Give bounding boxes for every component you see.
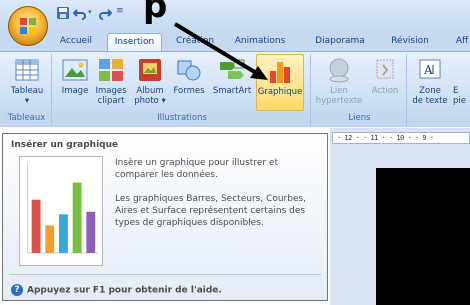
- group-label-liens: Liens: [313, 113, 406, 125]
- customize-qat-icon[interactable]: ≡: [116, 6, 130, 20]
- tab-accueil[interactable]: Accueil: [56, 33, 96, 52]
- image-button[interactable]: Image: [60, 57, 90, 96]
- chevron-down-icon: ▾: [161, 96, 166, 106]
- tooltip-description-1: Insère un graphique pour illustrer et co…: [115, 158, 278, 180]
- album-label-1: Album: [136, 86, 164, 96]
- action-button[interactable]: Action: [365, 57, 405, 96]
- group-label-tableaux: Tableaux: [2, 113, 51, 125]
- office-logo-icon: [20, 18, 36, 34]
- e-label-1: E: [453, 86, 459, 96]
- undo-icon[interactable]: [73, 6, 87, 20]
- office-button[interactable]: [8, 6, 48, 46]
- slide-page[interactable]: [376, 168, 470, 305]
- ruler: · 12 · · 11 · · 10 · · 9 ·: [332, 132, 470, 144]
- tab-affichage[interactable]: Aff: [450, 33, 470, 52]
- photo-album-icon: [139, 59, 161, 81]
- text-box-icon: A: [419, 59, 441, 79]
- tab-animations[interactable]: Animations: [230, 33, 290, 52]
- preview-bar: [59, 214, 68, 253]
- action-icon: [376, 59, 394, 79]
- group-texte: A Zone de texte E pie: [409, 54, 470, 126]
- smartart-label: SmartArt: [212, 86, 252, 96]
- tab-insertion[interactable]: Insertion: [107, 33, 162, 52]
- ribbon: Tableau ▾ Tableaux Image Images clipart: [0, 51, 470, 127]
- tooltip-title: Insérer un graphique: [11, 140, 119, 150]
- preview-bars: [31, 182, 96, 253]
- tab-creation[interactable]: Création: [171, 33, 219, 52]
- chevron-down-icon: ▾: [24, 96, 30, 106]
- images-clipart-label-2: clipart: [97, 96, 125, 106]
- preview-bar: [72, 182, 82, 253]
- quick-access-toolbar: ▾ ≡: [0, 0, 470, 30]
- redo-icon[interactable]: [98, 6, 112, 20]
- zone-de-texte-button[interactable]: A Zone de texte: [411, 57, 449, 106]
- group-label-illustrations: Illustrations: [54, 113, 310, 125]
- tab-revision[interactable]: Révision: [388, 33, 432, 52]
- lien-hypertexte-button[interactable]: Lien hypertexte: [315, 57, 363, 106]
- tab-diaporama[interactable]: Diaporama: [313, 33, 367, 52]
- graphique-tooltip: Insérer un graphique Insère un graphique…: [2, 133, 328, 301]
- overlay-title-text: p: [143, 0, 168, 26]
- preview-bar: [86, 211, 96, 253]
- tooltip-separator: [9, 274, 321, 275]
- tooltip-chart-preview: [19, 156, 103, 266]
- formes-button[interactable]: Formes: [172, 57, 206, 96]
- group-illustrations: Image Images clipart Album photo ▾ Forme…: [54, 54, 311, 126]
- lien-label-1: Lien: [330, 86, 348, 96]
- tooltip-help: ? Appuyez sur F1 pour obtenir de l'aide.: [11, 284, 222, 296]
- smartart-icon: [220, 59, 245, 79]
- en-tete-pied-button[interactable]: E pie: [453, 57, 470, 106]
- album-photo-button[interactable]: Album photo ▾: [132, 57, 168, 106]
- help-icon: ?: [11, 284, 23, 296]
- ribbon-tabs: Accueil Insertion Création Animations Di…: [0, 30, 470, 52]
- picture-icon: [62, 59, 88, 81]
- tableau-label: Tableau: [10, 86, 44, 96]
- hyperlink-icon: [329, 58, 349, 83]
- table-icon: [15, 59, 39, 81]
- tooltip-help-text: Appuyez sur F1 pour obtenir de l'aide.: [27, 285, 222, 296]
- smartart-button[interactable]: SmartArt: [210, 57, 254, 96]
- save-icon[interactable]: [56, 6, 70, 20]
- tooltip-description-2: Les graphiques Barres, Secteurs, Courbes…: [115, 194, 307, 228]
- tableau-button[interactable]: Tableau ▾: [5, 57, 49, 106]
- graphique-button[interactable]: Graphique: [256, 54, 304, 111]
- action-label: Action: [371, 86, 399, 96]
- shapes-icon: [177, 60, 201, 81]
- group-tableaux: Tableau ▾ Tableaux: [2, 54, 52, 126]
- svg-text:A: A: [423, 63, 433, 77]
- graphique-label: Graphique: [257, 87, 303, 97]
- preview-bar: [31, 199, 41, 253]
- clipart-icon: [99, 59, 123, 81]
- document-area: · 12 · · 11 · · 10 · · 9 ·: [330, 128, 470, 305]
- images-clipart-button[interactable]: Images clipart: [94, 57, 128, 106]
- images-clipart-label-1: Images: [95, 86, 127, 96]
- zone-label-1: Zone: [419, 86, 441, 96]
- lien-label-2: hypertexte: [315, 96, 363, 106]
- image-label: Image: [61, 86, 89, 96]
- formes-label: Formes: [173, 86, 205, 96]
- e-label-2: pie: [453, 96, 466, 106]
- zone-label-2: de texte: [412, 96, 448, 106]
- group-liens: Lien hypertexte Action Liens: [313, 54, 407, 126]
- album-label-2: photo: [134, 96, 159, 106]
- chart-icon: [270, 62, 290, 83]
- preview-bar: [45, 225, 55, 253]
